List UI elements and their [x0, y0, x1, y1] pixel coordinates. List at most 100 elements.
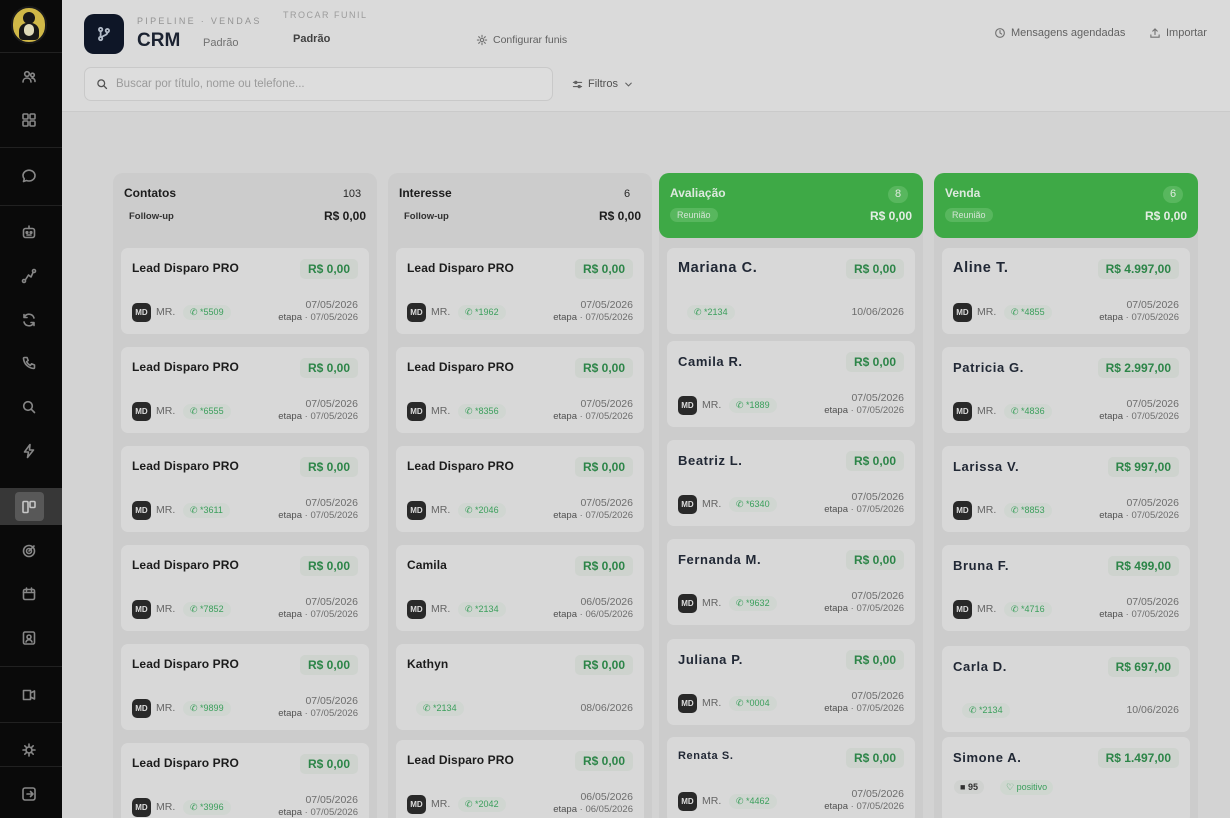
- lead-value: R$ 0,00: [299, 457, 358, 477]
- contact-card-icon[interactable]: [18, 627, 40, 649]
- lead-card[interactable]: Renata S. R$ 0,00 MD MR. ✆ *4462 07/05/2026 et…: [667, 737, 915, 818]
- lightning-icon[interactable]: [18, 440, 40, 462]
- column-header[interactable]: Venda 6 Reunião R$ 0,00: [934, 173, 1198, 238]
- route-icon[interactable]: [18, 265, 40, 287]
- lead-date: 06/05/2026: [580, 791, 633, 803]
- lead-card[interactable]: Lead Disparo PRO R$ 0,00 MD MR. ✆ *8356 07/05…: [396, 347, 644, 433]
- target-icon[interactable]: [18, 540, 40, 562]
- sync-icon[interactable]: [18, 309, 40, 331]
- lead-date: 07/05/2026: [851, 690, 904, 702]
- lead-card[interactable]: Lead Disparo PRO R$ 0,00 MD MR. ✆ *5509 07/05…: [121, 248, 369, 334]
- lead-card[interactable]: Kathyn R$ 0,00 ✆ *2134 08/06/2026: [396, 644, 644, 730]
- phone-icon[interactable]: [18, 352, 40, 374]
- lead-value: R$ 0,00: [845, 748, 904, 768]
- phone-number: *4836: [1021, 406, 1045, 416]
- lead-card[interactable]: Mariana C. R$ 0,00 ✆ *2134 10/06/2026: [667, 248, 915, 334]
- app-logo[interactable]: [11, 6, 47, 44]
- stage-label: etapa: [553, 609, 577, 620]
- lead-card[interactable]: Lead Disparo PRO R$ 0,00 MD MR. ✆ *7852 07/05…: [121, 545, 369, 631]
- lead-card[interactable]: Patricia G. R$ 2.997,00 MD MR. ✆ *4836 07/05/…: [942, 347, 1190, 433]
- avatar: MD: [953, 402, 972, 421]
- funnel-switch-select[interactable]: Padrão: [293, 33, 330, 45]
- avatar: MD: [678, 495, 697, 514]
- lead-card[interactable]: Simone A. R$ 1.497,00 ■ 95 ♡ positivo: [942, 737, 1190, 818]
- lead-card[interactable]: Juliana P. R$ 0,00 MD MR. ✆ *0004 07/05/2026 e…: [667, 639, 915, 725]
- column-stage-tag: Follow-up: [404, 211, 449, 222]
- avatar: MD: [407, 795, 426, 814]
- phone-number: *3996: [200, 802, 224, 812]
- stage-date: 07/05/2026: [310, 411, 358, 422]
- phone-number: *2134: [979, 705, 1003, 715]
- bot-icon[interactable]: [18, 221, 40, 243]
- stage-label: etapa: [1099, 510, 1123, 521]
- lead-card[interactable]: Lead Disparo PRO R$ 0,00 MD MR. ✆ *2046 07/05…: [396, 446, 644, 532]
- avatar: MD: [132, 600, 151, 619]
- lead-card[interactable]: Aline T. R$ 4.997,00 MD MR. ✆ *4855 07/05/202…: [942, 248, 1190, 334]
- search-input[interactable]: [116, 78, 536, 90]
- filters-button[interactable]: Filtros: [572, 78, 634, 90]
- column-header[interactable]: Contatos 103 Follow-up R$ 0,00: [113, 173, 377, 238]
- lead-stage-date: etapa · 07/05/2026: [1099, 312, 1179, 323]
- column-title: Contatos: [124, 186, 176, 200]
- import-button[interactable]: Importar: [1149, 27, 1207, 39]
- lead-date: 07/05/2026: [305, 497, 358, 509]
- kanban-icon[interactable]: [18, 496, 40, 518]
- scheduled-messages-button[interactable]: Mensagens agendadas: [994, 27, 1125, 39]
- phone-number: *8853: [1021, 505, 1045, 515]
- column-total: R$ 0,00: [598, 209, 641, 223]
- lead-date: 07/05/2026: [851, 491, 904, 503]
- chat-icon[interactable]: [18, 165, 40, 187]
- lead-card[interactable]: Lead Disparo PRO R$ 0,00 MD MR. ✆ *1962 07/05…: [396, 248, 644, 334]
- phone-number: *1962: [475, 307, 499, 317]
- logout-icon[interactable]: [18, 783, 40, 805]
- avatar: MD: [407, 600, 426, 619]
- lead-card[interactable]: Fernanda M. R$ 0,00 MD MR. ✆ *9632 07/05/2026…: [667, 539, 915, 625]
- stage-label: etapa: [1099, 411, 1123, 422]
- phone-number: *8356: [475, 406, 499, 416]
- lead-card[interactable]: Lead Disparo PRO R$ 0,00 MD MR. ✆ *9899 07/05…: [121, 644, 369, 730]
- lead-title: Patricia G.: [953, 360, 1024, 375]
- phone-icon: ✆: [969, 705, 980, 715]
- grid-icon[interactable]: [18, 109, 40, 131]
- lead-card[interactable]: Beatriz L. R$ 0,00 MD MR. ✆ *6340 07/05/2026 e…: [667, 440, 915, 526]
- stage-label: etapa: [553, 312, 577, 323]
- column-header[interactable]: Avaliação 8 Reunião R$ 0,00: [659, 173, 923, 238]
- users-icon[interactable]: [18, 66, 40, 88]
- lead-title: Carla D.: [953, 659, 1007, 674]
- column-header[interactable]: Interesse 6 Follow-up R$ 0,00: [388, 173, 652, 238]
- lead-card[interactable]: Lead Disparo PRO R$ 0,00 MD MR. ✆ *6555 07/05…: [121, 347, 369, 433]
- stage-label: etapa: [553, 411, 577, 422]
- phone-icon: ✆: [1011, 406, 1022, 416]
- lead-value: R$ 0,00: [845, 451, 904, 471]
- score-badge: ■ 95: [954, 780, 984, 794]
- lead-card[interactable]: Lead Disparo PRO R$ 0,00 MD MR. ✆ *2042 06/05…: [396, 740, 644, 818]
- phone-number: *6340: [746, 499, 770, 509]
- stage-label: etapa: [553, 804, 577, 815]
- lead-owner: MR.: [977, 504, 997, 516]
- lead-card[interactable]: Camila R. R$ 0,00 MD MR. ✆ *1889 07/05/2026 et…: [667, 341, 915, 427]
- phone-tag: ✆ *2134: [687, 305, 735, 320]
- lead-date: 06/05/2026: [580, 596, 633, 608]
- lead-title: Lead Disparo PRO: [132, 459, 239, 473]
- avatar: MD: [678, 694, 697, 713]
- lead-card[interactable]: Larissa V. R$ 997,00 MD MR. ✆ *8853 07/05/202…: [942, 446, 1190, 532]
- lead-card[interactable]: Bruna F. R$ 499,00 MD MR. ✆ *4716 07/05/2026 e…: [942, 545, 1190, 631]
- lead-card[interactable]: Camila R$ 0,00 MD MR. ✆ *2134 06/05/2026 etapa…: [396, 545, 644, 631]
- bug-icon[interactable]: [18, 739, 40, 761]
- lead-title: Lead Disparo PRO: [132, 657, 239, 671]
- lead-card[interactable]: Lead Disparo PRO R$ 0,00 MD MR. ✆ *3611 07/05…: [121, 446, 369, 532]
- phone-tag: ✆ *4716: [1004, 602, 1052, 617]
- lead-card[interactable]: Lead Disparo PRO R$ 0,00 MD MR. ✆ *3996 07/05…: [121, 743, 369, 818]
- configure-funnels-button[interactable]: Configurar funis: [476, 34, 567, 46]
- lead-title: Camila R.: [678, 354, 743, 369]
- search-icon[interactable]: [18, 396, 40, 418]
- lead-card[interactable]: Carla D. R$ 697,00 ✆ *2134 10/06/2026: [942, 646, 1190, 732]
- avatar: MD: [678, 594, 697, 613]
- avatar: MD: [407, 501, 426, 520]
- campaign-icon[interactable]: [18, 684, 40, 706]
- calendar-icon[interactable]: [18, 583, 40, 605]
- phone-tag: ✆ *3996: [183, 800, 231, 815]
- lead-value: R$ 1.497,00: [1097, 748, 1179, 768]
- lead-stage-date: etapa · 07/05/2026: [278, 708, 358, 719]
- sentiment-value: positivo: [1016, 782, 1048, 792]
